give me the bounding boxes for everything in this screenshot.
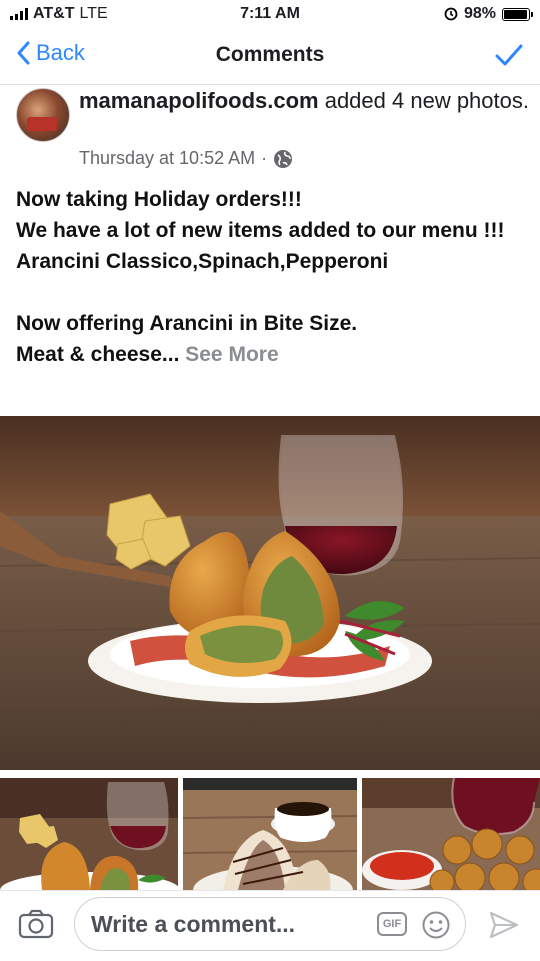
thumbnail-photo-1[interactable] (0, 778, 178, 890)
body-line-blank (16, 277, 531, 308)
post-meta: Thursday at 10:52 AM · (79, 148, 293, 169)
post-action: added 4 new photos. (318, 88, 529, 113)
globe-icon (274, 149, 293, 168)
avatar[interactable] (16, 88, 70, 142)
comment-input[interactable]: Write a comment... GIF (74, 897, 466, 951)
alarm-icon (444, 7, 458, 21)
post-timestamp[interactable]: Thursday at 10:52 AM (79, 148, 255, 169)
page-title: Comments (215, 43, 325, 66)
body-line: Meat & cheese... (16, 343, 186, 366)
battery-percent: 98% (463, 5, 496, 22)
main-photo[interactable] (0, 416, 540, 770)
post-body: Now taking Holiday orders!!! We have a l… (16, 184, 531, 370)
see-more-link[interactable]: See More (185, 343, 278, 366)
camera-icon[interactable] (18, 909, 54, 939)
author-name[interactable]: mamanapolifoods.com (79, 88, 319, 113)
emoji-icon[interactable] (421, 910, 451, 940)
arancini-photo (0, 416, 540, 770)
comment-placeholder: Write a comment... (91, 911, 296, 937)
status-bar: AT&T LTE 7:11 AM 98% (0, 0, 540, 28)
body-line: Arancini Classico,Spinach,Pepperoni (16, 250, 389, 273)
gif-icon[interactable]: GIF (377, 912, 407, 936)
navigation-bar: Back Comments (0, 28, 540, 85)
thumbnail-photo-2[interactable] (183, 778, 357, 890)
body-line: Now taking Holiday orders!!! (16, 188, 302, 211)
checkmark-icon[interactable] (494, 40, 524, 70)
thumbnail-photo-3[interactable] (362, 778, 540, 890)
body-last-line: Meat & cheese... See More (16, 339, 531, 370)
comment-composer: Write a comment... GIF (0, 890, 540, 961)
send-icon[interactable] (488, 909, 520, 941)
body-line: We have a lot of new items added to our … (16, 219, 505, 242)
photo-thumbnails (0, 778, 540, 890)
battery-icon (502, 7, 533, 21)
body-line: Now offering Arancini in Bite Size. (16, 312, 358, 335)
meta-separator: · (261, 148, 268, 168)
post-title: mamanapolifoods.com added 4 new photos. (79, 86, 529, 115)
